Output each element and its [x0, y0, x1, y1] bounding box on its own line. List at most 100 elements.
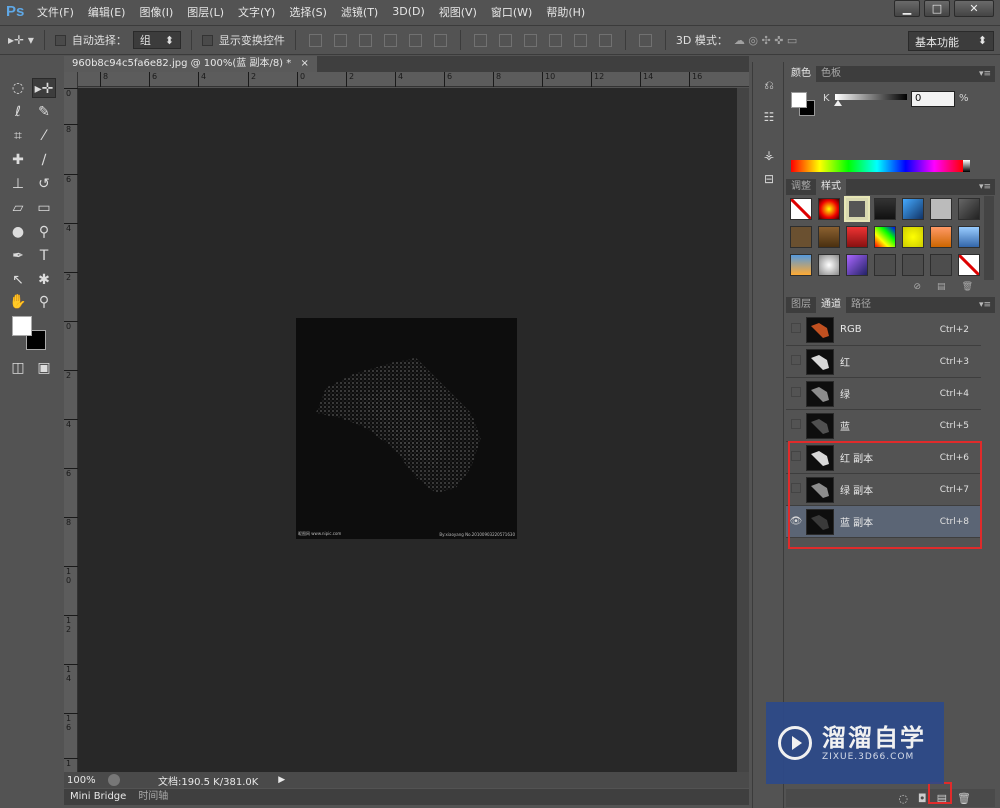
distribute-left-icon[interactable]	[548, 33, 562, 47]
channel-row[interactable]: 绿 Ctrl+4	[786, 378, 981, 410]
style-swatch[interactable]	[874, 226, 896, 248]
dodge-tool-icon[interactable]: ⚲	[32, 222, 56, 242]
menu-file[interactable]: 文件(F)	[30, 4, 81, 20]
align-right-icon[interactable]	[433, 33, 447, 47]
auto-select-dropdown[interactable]: 组 ⬍	[132, 31, 181, 49]
properties-panel-icon[interactable]: ☷	[759, 108, 779, 126]
style-swatch[interactable]	[902, 254, 924, 276]
history-panel-icon[interactable]: ⎌	[759, 76, 779, 94]
eyedropper-tool-icon[interactable]: ⁄	[32, 126, 56, 146]
panel-menu-icon[interactable]: ▾≡	[979, 66, 991, 82]
delete-channel-icon[interactable]: 🗑	[957, 792, 971, 805]
quick-mask-icon[interactable]: ◫	[6, 358, 30, 378]
pen-tool-icon[interactable]: ✒	[6, 246, 30, 266]
spectrum-black-white[interactable]	[963, 160, 970, 172]
history-brush-tool-icon[interactable]: ↺	[32, 174, 56, 194]
menu-3d[interactable]: 3D(D)	[385, 5, 432, 18]
visibility-toggle[interactable]	[786, 323, 806, 336]
tab-color[interactable]: 颜色	[786, 66, 816, 82]
style-swatch-none[interactable]	[957, 253, 981, 277]
align-top-icon[interactable]	[308, 33, 322, 47]
k-slider[interactable]	[835, 94, 907, 100]
style-swatch-none[interactable]	[789, 197, 813, 221]
panel-menu-icon[interactable]: ▾≡	[979, 297, 991, 313]
panel-menu-icon[interactable]: ▾≡	[979, 179, 991, 195]
document-image[interactable]: 昵图网 www.nipic.com By:xiaoyang No.2010090…	[296, 318, 517, 539]
brush-panel-icon[interactable]: ⊟	[759, 170, 779, 188]
panel-foreground-swatch[interactable]	[791, 92, 807, 108]
k-value-input[interactable]: 0	[911, 91, 955, 107]
tab-channels[interactable]: 通道	[816, 297, 846, 313]
style-swatch[interactable]	[790, 254, 812, 276]
k-slider-thumb[interactable]	[834, 100, 842, 106]
path-select-tool-icon[interactable]: ↖	[6, 270, 30, 290]
color-spectrum[interactable]	[791, 160, 963, 172]
style-swatch[interactable]	[958, 226, 980, 248]
zoom-tool-icon[interactable]: ⚲	[32, 292, 56, 312]
load-selection-icon[interactable]: ◌	[898, 792, 908, 805]
visibility-toggle[interactable]	[786, 419, 806, 432]
save-selection-icon[interactable]: ◘	[918, 792, 927, 805]
menu-help[interactable]: 帮助(H)	[539, 4, 592, 20]
style-swatch[interactable]	[790, 226, 812, 248]
tab-paths[interactable]: 路径	[846, 297, 876, 313]
styles-scrollbar[interactable]	[984, 196, 994, 280]
menu-filter[interactable]: 滤镜(T)	[334, 4, 385, 20]
distribute-top-icon[interactable]	[473, 33, 487, 47]
lasso-tool-icon[interactable]: ℓ	[6, 102, 30, 122]
delete-style-icon[interactable]: 🗑	[962, 282, 973, 294]
status-menu-arrow-icon[interactable]: ▶	[278, 775, 285, 785]
minimize-button[interactable]: ▁	[894, 0, 920, 17]
style-swatch[interactable]	[930, 226, 952, 248]
clone-stamp-tool-icon[interactable]: ⊥	[6, 174, 30, 194]
style-swatch[interactable]	[930, 198, 952, 220]
hand-tool-icon[interactable]: ✋	[6, 292, 30, 312]
status-info-icon[interactable]	[108, 774, 120, 786]
brush-tool-icon[interactable]: ∕	[32, 150, 56, 170]
style-swatch[interactable]	[902, 226, 924, 248]
style-swatch-selected[interactable]	[844, 196, 870, 222]
move-tool-icon[interactable]: ▸✛ ▾	[8, 33, 34, 47]
close-tab-icon[interactable]: ×	[300, 58, 308, 69]
style-swatch[interactable]	[818, 254, 840, 276]
style-swatch[interactable]	[846, 226, 868, 248]
menu-view[interactable]: 视图(V)	[432, 4, 484, 20]
visibility-toggle[interactable]	[786, 387, 806, 400]
distribute-bottom-icon[interactable]	[523, 33, 537, 47]
tab-adjustments[interactable]: 调整	[786, 179, 816, 195]
workspace-dropdown[interactable]: 基本功能 ⬍	[908, 31, 994, 51]
align-vcenter-icon[interactable]	[333, 33, 347, 47]
healing-brush-tool-icon[interactable]: ✚	[6, 150, 30, 170]
3d-rotate-icon[interactable]: ☁ ◎ ✣ ✜ ▭	[734, 34, 797, 47]
tab-timeline[interactable]: 时间轴	[132, 789, 174, 805]
menu-type[interactable]: 文字(Y)	[231, 4, 282, 20]
style-swatch[interactable]	[958, 198, 980, 220]
canvas-vertical-scrollbar[interactable]	[737, 88, 749, 772]
new-style-icon[interactable]: ▤	[937, 282, 946, 294]
shape-tool-icon[interactable]: ✱	[32, 270, 56, 290]
channel-row[interactable]: RGB Ctrl+2	[786, 314, 981, 346]
menu-window[interactable]: 窗口(W)	[484, 4, 539, 20]
gradient-tool-icon[interactable]: ▭	[32, 198, 56, 218]
align-bottom-icon[interactable]	[358, 33, 372, 47]
brush-presets-icon[interactable]: ⚶	[759, 146, 779, 164]
tab-layers[interactable]: 图层	[786, 297, 816, 313]
close-button[interactable]: ✕	[954, 0, 994, 17]
auto-align-icon[interactable]	[638, 33, 652, 47]
foreground-color-swatch[interactable]	[12, 316, 32, 336]
distribute-hcenter-icon[interactable]	[573, 33, 587, 47]
crop-tool-icon[interactable]: ⌗	[6, 126, 30, 146]
style-swatch[interactable]	[930, 254, 952, 276]
move-tool-icon[interactable]: ▸✛	[32, 78, 56, 98]
align-left-icon[interactable]	[383, 33, 397, 47]
style-swatch[interactable]	[874, 254, 896, 276]
style-swatch[interactable]	[846, 254, 868, 276]
type-tool-icon[interactable]: T	[32, 246, 56, 266]
menu-image[interactable]: 图像(I)	[132, 4, 180, 20]
marquee-tool-icon[interactable]: ◌	[6, 78, 30, 98]
visibility-toggle[interactable]	[786, 355, 806, 368]
style-swatch[interactable]	[902, 198, 924, 220]
blur-tool-icon[interactable]: ●	[6, 222, 30, 242]
screen-mode-icon[interactable]: ▣	[32, 358, 56, 378]
clear-style-icon[interactable]: ⊘	[914, 282, 922, 294]
